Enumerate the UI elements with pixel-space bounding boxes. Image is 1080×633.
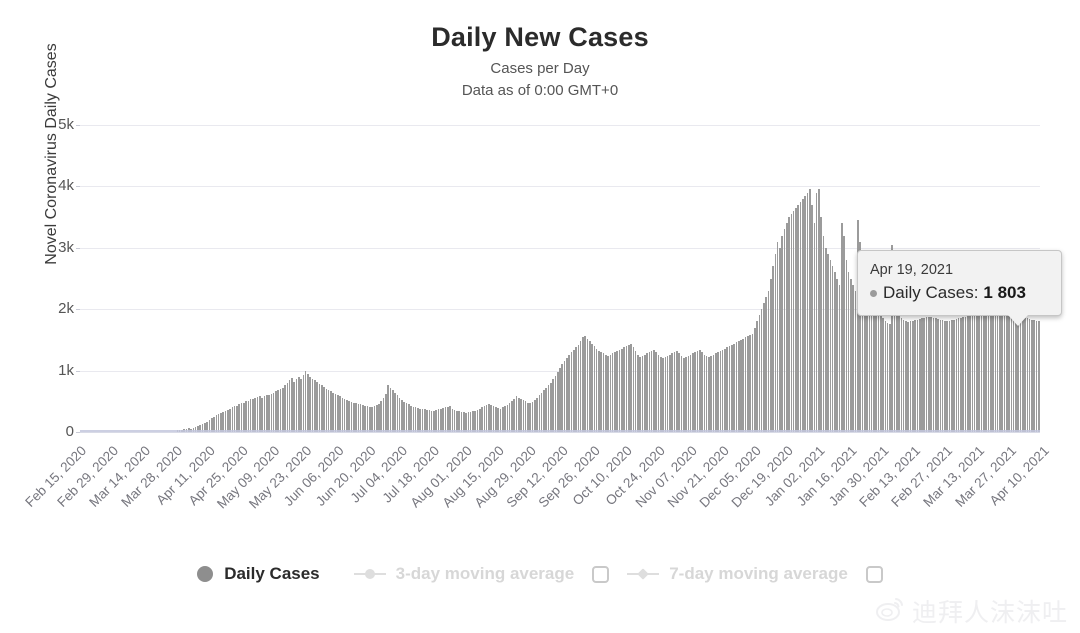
legend-item-3-day-moving-average[interactable]: 3-day moving average (353, 564, 575, 584)
filled-circle-icon (197, 566, 214, 582)
tooltip-date: Apr 19, 2021 (870, 262, 954, 278)
tooltip-series-value: 1 803 (983, 283, 1026, 302)
line-circle-marker-icon (353, 567, 386, 581)
watermark-text: 迪拜人沫沫吐 (911, 598, 1068, 627)
legend-spacer (574, 574, 592, 575)
y-axis-tick-label: 1k (58, 361, 74, 379)
y-axis-tick-label: 2k (58, 300, 74, 318)
tooltip-series-label: Daily Cases: (883, 283, 979, 302)
tooltip-series-row: Daily Cases: 1 803 (870, 282, 1049, 304)
chart-legend: Daily Cases 3-day moving average 7-day m… (0, 556, 1080, 592)
legend-item-label: 7-day moving average (669, 564, 848, 583)
x-axis-ticks: Feb 15, 2020 Feb 29, 2020 Mar 14, 2020 Mar … (0, 437, 1080, 537)
legend-item-daily-cases[interactable]: Daily Cases (197, 564, 320, 584)
legend-spacer (609, 574, 627, 575)
moving-average-line (80, 430, 1040, 432)
gridline (80, 432, 1040, 433)
legend-checkbox-3-day[interactable] (592, 565, 610, 583)
chart-plot-wrapper: Novel Coronavirus Daily Cases 0 1k 2k 3k 4k 5… (0, 0, 1080, 633)
bar[interactable] (1038, 321, 1040, 432)
legend-checkbox-7-day[interactable] (865, 565, 883, 583)
legend-item-7-day-moving-average[interactable]: 7-day moving average (627, 564, 848, 584)
chart-tooltip: Apr 19, 2021 Daily Cases: 1 803 (857, 250, 1062, 326)
y-axis-tick-label: 4k (58, 177, 74, 195)
legend-spacer (320, 574, 354, 575)
line-diamond-marker-icon (627, 567, 660, 581)
y-axis-tick-label: 3k (58, 238, 74, 256)
tooltip-series-dot-icon (870, 289, 877, 297)
legend-item-label: Daily Cases (224, 564, 320, 583)
legend-item-label: 3-day moving average (395, 564, 575, 583)
weibo-icon (875, 596, 905, 627)
watermark: 迪拜人沫沫吐 (875, 593, 1068, 629)
tooltip-arrow (1008, 315, 1028, 326)
legend-spacer (848, 574, 866, 575)
y-axis-tick-label: 5k (58, 116, 74, 133)
